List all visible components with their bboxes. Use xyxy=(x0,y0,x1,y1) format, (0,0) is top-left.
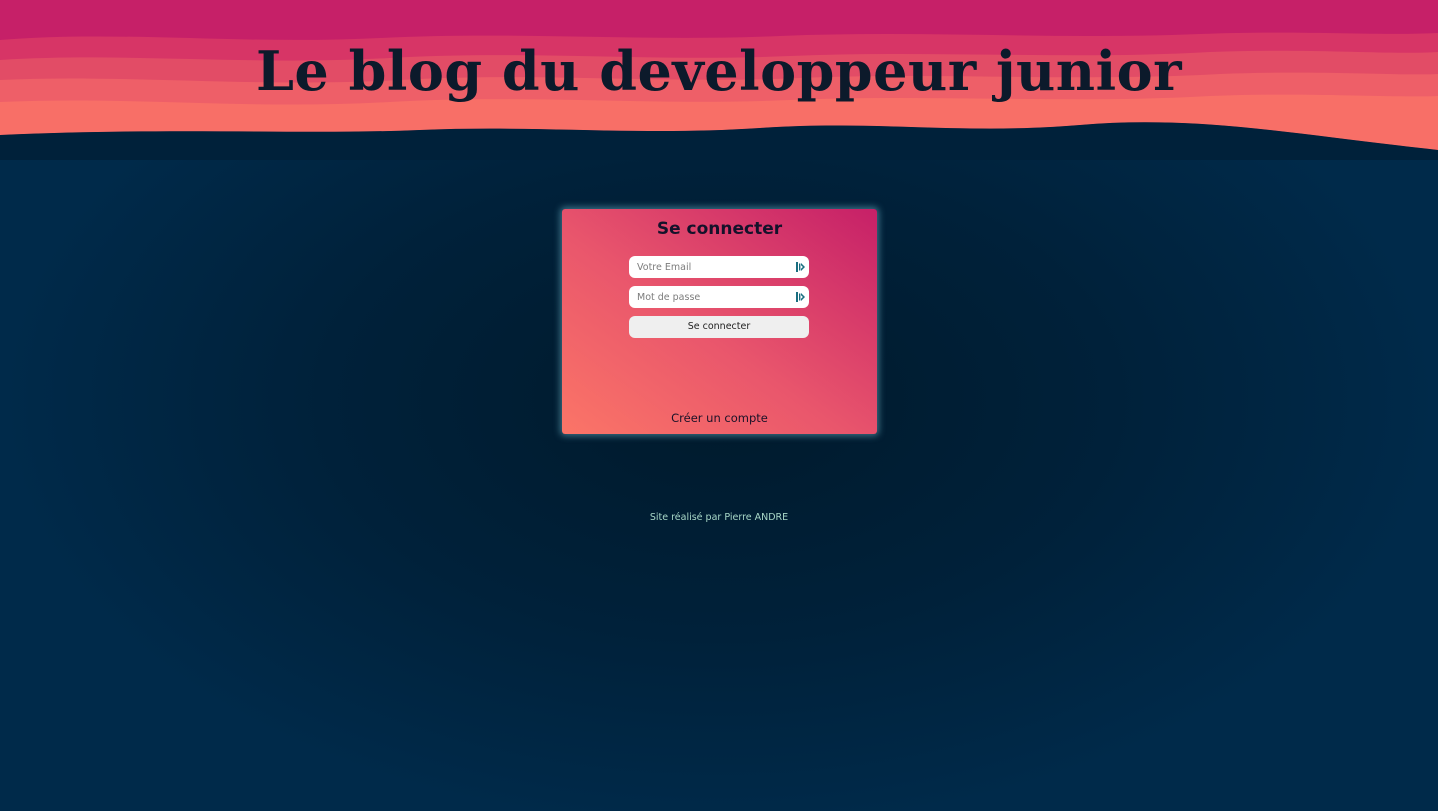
password-input[interactable] xyxy=(629,286,789,308)
login-title: Se connecter xyxy=(656,219,783,239)
password-manager-icon[interactable] xyxy=(796,262,805,272)
site-title: Le blog du developpeur junior xyxy=(255,39,1183,103)
login-card: Se connecter Se connecter Créer un compt… xyxy=(562,209,877,434)
password-field xyxy=(629,286,809,308)
create-account-link[interactable]: Créer un compte xyxy=(562,410,877,426)
password-manager-icon[interactable] xyxy=(796,292,805,302)
login-submit-button[interactable]: Se connecter xyxy=(629,316,809,338)
email-field xyxy=(629,256,809,278)
email-input[interactable] xyxy=(629,256,789,278)
footer-credit: Site réalisé par Pierre ANDRE xyxy=(649,512,789,523)
